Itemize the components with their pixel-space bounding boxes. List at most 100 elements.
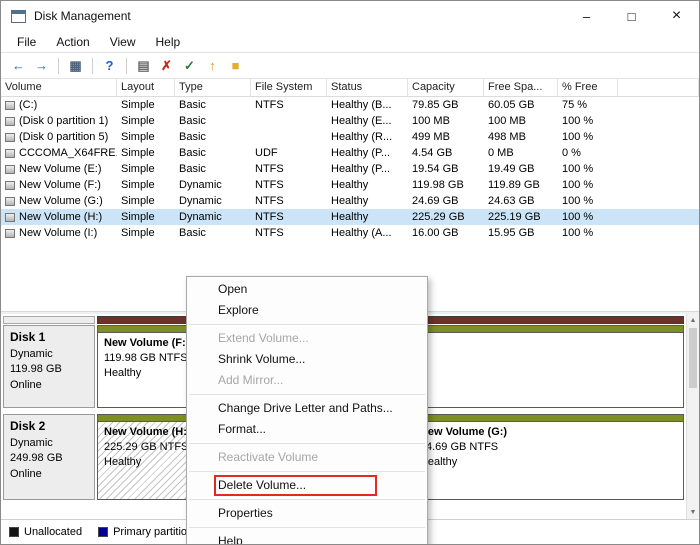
- column-header-file-system[interactable]: File System: [251, 79, 327, 96]
- disk-name: Disk 2: [10, 418, 88, 435]
- action-pane-icon[interactable]: ▤: [132, 55, 155, 76]
- capacity-cell: 119.98 GB: [408, 179, 484, 191]
- layout-cell: Simple: [117, 99, 175, 111]
- close-button[interactable]: ×: [654, 1, 699, 31]
- disk-management-window: Disk Management – □ × FileActionViewHelp…: [0, 0, 700, 545]
- toolbar: ←→ ▦? ▤✗✓↑■: [1, 52, 699, 79]
- drive-icon: [5, 229, 15, 238]
- delete-icon[interactable]: ✗: [155, 55, 178, 76]
- menu-help[interactable]: Help: [146, 35, 191, 49]
- disk-type: Dynamic: [10, 347, 88, 362]
- capacity-cell: 16.00 GB: [408, 227, 484, 239]
- back-icon[interactable]: ←: [7, 55, 30, 76]
- disk-type: Dynamic: [10, 436, 88, 451]
- volume-info: New Volume (G:)24.69 GB NTFSHealthy: [414, 422, 683, 499]
- type-cell: Basic: [175, 147, 251, 159]
- column-header-free[interactable]: % Free: [558, 79, 618, 96]
- volume-row[interactable]: New Volume (H:)SimpleDynamicNTFSHealthy2…: [1, 209, 699, 225]
- context-menu-item-properties[interactable]: Properties: [187, 503, 427, 524]
- context-menu-item-add-mirror: Add Mirror...: [187, 370, 427, 391]
- status-cell: Healthy (B...: [327, 99, 408, 111]
- volume-row[interactable]: New Volume (F:)SimpleDynamicNTFSHealthy1…: [1, 177, 699, 193]
- context-menu-item-format[interactable]: Format...: [187, 419, 427, 440]
- status-cell: Healthy: [327, 211, 408, 223]
- disk-1-label[interactable]: Disk 1 Dynamic 119.98 GB Online: [3, 325, 95, 408]
- volume-title: New Volume (G:): [420, 425, 677, 440]
- column-header-free-spa[interactable]: Free Spa...: [484, 79, 558, 96]
- column-header-filler: [618, 79, 699, 96]
- type-cell: Basic: [175, 227, 251, 239]
- folder-icon[interactable]: ■: [224, 55, 247, 76]
- context-menu-item-help[interactable]: Help: [187, 531, 427, 545]
- menu-file[interactable]: File: [7, 35, 46, 49]
- volume-row[interactable]: CCCOMA_X64FRE...SimpleBasicUDFHealthy (P…: [1, 145, 699, 161]
- context-menu-item-shrink-volume[interactable]: Shrink Volume...: [187, 349, 427, 370]
- maximize-button[interactable]: □: [609, 1, 654, 31]
- volume-row[interactable]: (C:)SimpleBasicNTFSHealthy (B...79.85 GB…: [1, 97, 699, 113]
- volume-cell: New Volume (I:): [1, 227, 117, 239]
- volume-size: 24.69 GB NTFS: [420, 440, 677, 455]
- file-system-cell: NTFS: [251, 195, 327, 207]
- menu-separator: [189, 471, 425, 472]
- context-menu-item-extend-volume: Extend Volume...: [187, 328, 427, 349]
- type-cell: Basic: [175, 115, 251, 127]
- column-header-capacity[interactable]: Capacity: [408, 79, 484, 96]
- volume-cell: CCCOMA_X64FRE...: [1, 147, 117, 159]
- app-icon: [11, 10, 26, 23]
- disk-volume[interactable]: New Volume (G:)24.69 GB NTFSHealthy: [414, 415, 683, 499]
- scroll-up-icon[interactable]: ▲: [687, 314, 699, 327]
- context-menu-item-change-drive-letter-and-paths[interactable]: Change Drive Letter and Paths...: [187, 398, 427, 419]
- menubar: FileActionViewHelp: [1, 31, 699, 52]
- volume-name: New Volume (G:): [19, 195, 103, 207]
- disk-2-label[interactable]: Disk 2 Dynamic 249.98 GB Online: [3, 414, 95, 500]
- column-header-type[interactable]: Type: [175, 79, 251, 96]
- file-system-cell: NTFS: [251, 99, 327, 111]
- menu-action[interactable]: Action: [46, 35, 99, 49]
- legend-swatch: [98, 527, 108, 537]
- help-icon[interactable]: ?: [98, 55, 121, 76]
- minimize-button[interactable]: –: [564, 1, 609, 31]
- free-space-cell: 100 MB: [484, 115, 558, 127]
- vertical-scrollbar[interactable]: ▲ ▼: [686, 314, 699, 519]
- column-header-volume[interactable]: Volume: [1, 79, 117, 96]
- volume-row[interactable]: (Disk 0 partition 1)SimpleBasicHealthy (…: [1, 113, 699, 129]
- menu-separator: [189, 499, 425, 500]
- menu-separator: [189, 527, 425, 528]
- disk-size: 249.98 GB: [10, 451, 88, 466]
- context-menu-item-delete-volume[interactable]: Delete Volume...: [187, 475, 427, 496]
- free-space-cell: 498 MB: [484, 131, 558, 143]
- volume-name: New Volume (E:): [19, 163, 102, 175]
- volume-table-header: VolumeLayoutTypeFile SystemStatusCapacit…: [1, 79, 699, 97]
- context-menu-item-open[interactable]: Open: [187, 279, 427, 300]
- console-tree-icon[interactable]: ▦: [64, 55, 87, 76]
- layout-cell: Simple: [117, 131, 175, 143]
- scrollbar-thumb[interactable]: [689, 328, 697, 388]
- drive-icon: [5, 149, 15, 158]
- pct-free-cell: 0 %: [558, 147, 618, 159]
- toolbar-separator: [92, 58, 93, 74]
- volume-row[interactable]: New Volume (E:)SimpleBasicNTFSHealthy (P…: [1, 161, 699, 177]
- legend-label: Unallocated: [24, 526, 82, 538]
- volume-row[interactable]: (Disk 0 partition 5)SimpleBasicHealthy (…: [1, 129, 699, 145]
- volume-row[interactable]: New Volume (G:)SimpleDynamicNTFSHealthy2…: [1, 193, 699, 209]
- format-icon[interactable]: ✓: [178, 55, 201, 76]
- volume-row[interactable]: New Volume (I:)SimpleBasicNTFSHealthy (A…: [1, 225, 699, 241]
- legend-item-primary-partition: Primary partition: [98, 526, 193, 538]
- free-space-cell: 225.19 GB: [484, 211, 558, 223]
- menu-separator: [189, 443, 425, 444]
- column-header-layout[interactable]: Layout: [117, 79, 175, 96]
- free-space-cell: 24.63 GB: [484, 195, 558, 207]
- menu-separator: [189, 324, 425, 325]
- pct-free-cell: 100 %: [558, 211, 618, 223]
- volume-name: New Volume (H:): [19, 211, 102, 223]
- legend-item-unallocated: Unallocated: [9, 526, 82, 538]
- context-menu-item-explore[interactable]: Explore: [187, 300, 427, 321]
- scroll-down-icon[interactable]: ▼: [687, 506, 699, 519]
- status-cell: Healthy (A...: [327, 227, 408, 239]
- titlebar: Disk Management – □ ×: [1, 1, 699, 31]
- menu-view[interactable]: View: [100, 35, 146, 49]
- forward-icon[interactable]: →: [30, 55, 53, 76]
- disk-name: Disk 1: [10, 329, 88, 346]
- up-icon[interactable]: ↑: [201, 55, 224, 76]
- column-header-status[interactable]: Status: [327, 79, 408, 96]
